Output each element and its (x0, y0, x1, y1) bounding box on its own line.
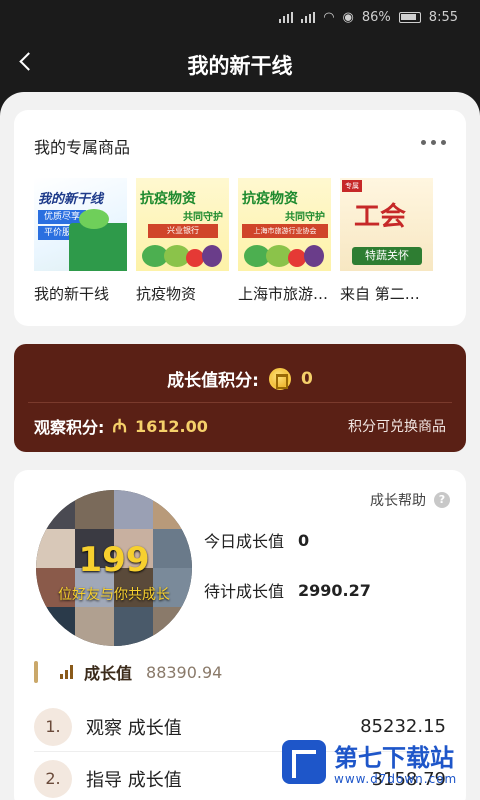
goods-thumbnail: 抗疫物资 共同守护 兴业银行 (136, 178, 229, 271)
growth-points-label: 成长值积分: (167, 371, 259, 391)
more-options-icon[interactable] (421, 140, 446, 145)
growth-total-value: 88390.94 (146, 662, 223, 682)
pending-growth-value: 2990.27 (298, 580, 371, 600)
goods-item[interactable]: 专属 工会 特蔬关怀 来自 第二工会 (340, 178, 433, 304)
coin-icon (268, 367, 291, 390)
rank-value: 85232.15 (360, 716, 446, 737)
goods-item[interactable]: 我的新干线 优质尽享 平价服务 我的新干线 (34, 178, 127, 304)
watermark-logo-icon (282, 740, 326, 784)
friends-avatar-circle[interactable]: 199 位好友与你共成长 (36, 490, 192, 646)
thumb-headline: 抗疫物资 (140, 191, 196, 207)
battery-text: 86% (361, 10, 391, 25)
accent-bar (34, 661, 38, 683)
watermark-title: 第七下载站 (334, 744, 454, 772)
today-growth-value: 0 (298, 530, 310, 550)
thumb-headline: 抗疫物资 (242, 191, 298, 207)
points-currency-icon: ₼ (112, 416, 127, 437)
header: 我的新干线 (0, 36, 480, 92)
thumb-text: 共同守护 (285, 212, 325, 223)
signal-icon (279, 12, 294, 23)
thumb-logo-text: 我的新干线 (38, 192, 104, 207)
friend-count-caption: 位好友与你共成长 (58, 587, 170, 603)
exclusive-goods-title: 我的专属商品 (34, 138, 131, 157)
divider (28, 402, 452, 403)
observe-points-row: 观察积分: ₼ 1612.00 (34, 414, 208, 438)
thumb-band-text: 特蔬关怀 (352, 247, 422, 265)
friend-count: 199 (78, 540, 150, 580)
observe-points-value: 1612.00 (135, 416, 208, 436)
thumb-band-text: 兴业银行 (148, 224, 218, 238)
signal-icon-2 (301, 12, 316, 23)
wifi-icon: ◠ (323, 10, 335, 25)
thumb-band-text: 上海市旅游行业协会 (242, 224, 328, 238)
goods-thumbnail: 我的新干线 优质尽享 平价服务 (34, 178, 127, 271)
battery-icon (398, 12, 421, 23)
bar-chart-icon (60, 665, 76, 679)
status-bar: ◠ ◉ 86% 8:55 (0, 0, 480, 36)
goods-item[interactable]: 抗疫物资 共同守护 兴业银行 抗疫物资 (136, 178, 229, 304)
exclusive-goods-card: 我的专属商品 我的新干线 优质尽享 平价服务 我的新干线 抗疫物资 共同守护 兴… (14, 110, 466, 326)
growth-help-button[interactable]: 成长帮助 ? (370, 490, 450, 510)
goods-name: 来自 第二工会 (340, 285, 433, 303)
gift-bag-icon (69, 209, 127, 271)
goods-name: 上海市旅游行业协会 (238, 285, 331, 303)
points-card: 成长值积分: 0 观察积分: ₼ 1612.00 积分可兑换商品 (14, 344, 466, 452)
thumb-headline: 工会 (354, 202, 407, 232)
goods-thumbnail: 专属 工会 特蔬关怀 (340, 178, 433, 271)
eggplant-icon (202, 245, 222, 267)
today-growth-label: 今日成长值 (204, 532, 285, 551)
pending-growth-label: 待计成长值 (204, 582, 285, 601)
goods-list: 我的新干线 优质尽享 平价服务 我的新干线 抗疫物资 共同守护 兴业银行 抗疫物… (34, 178, 433, 304)
site-watermark: 第七下载站 www.d7down.com (282, 736, 472, 796)
exchange-goods-link[interactable]: 积分可兑换商品 (348, 416, 446, 436)
status-time: 8:55 (428, 10, 458, 25)
watermark-url: www.d7down.com (334, 772, 458, 786)
goods-item[interactable]: 抗疫物资 共同守护 上海市旅游行业协会 上海市旅游行业协会 (238, 178, 331, 304)
thumb-text: 共同守护 (183, 212, 223, 223)
goods-name: 抗疫物资 (136, 285, 197, 303)
growth-help-label: 成长帮助 (370, 493, 426, 509)
goods-thumbnail: 抗疫物资 共同守护 上海市旅游行业协会 (238, 178, 331, 271)
page-title: 我的新干线 (187, 54, 293, 78)
chat-icon: ◉ (342, 10, 354, 25)
growth-points-value: 0 (300, 368, 313, 389)
pending-growth-row: 待计成长值 2990.27 (204, 578, 371, 602)
status-icons: ◠ ◉ 86% 8:55 (279, 10, 458, 25)
help-icon: ? (434, 492, 450, 508)
eggplant-icon (304, 245, 324, 267)
observe-points-label: 观察积分: (34, 418, 105, 437)
thumb-tag: 专属 (342, 180, 362, 192)
rank-index-badge: 2. (34, 760, 72, 798)
goods-name: 我的新干线 (34, 285, 110, 303)
growth-total-row: 成长值 88390.94 (34, 660, 222, 684)
today-growth-row: 今日成长值 0 (204, 528, 309, 552)
rank-label: 指导 成长值 (86, 770, 182, 791)
main-content: 我的专属商品 我的新干线 优质尽享 平价服务 我的新干线 抗疫物资 共同守护 兴… (0, 92, 480, 800)
rank-label: 观察 成长值 (86, 717, 182, 739)
growth-points-row: 成长值积分: 0 (14, 366, 466, 391)
rank-index-badge: 1. (34, 707, 72, 746)
growth-total-label: 成长值 (84, 664, 133, 683)
